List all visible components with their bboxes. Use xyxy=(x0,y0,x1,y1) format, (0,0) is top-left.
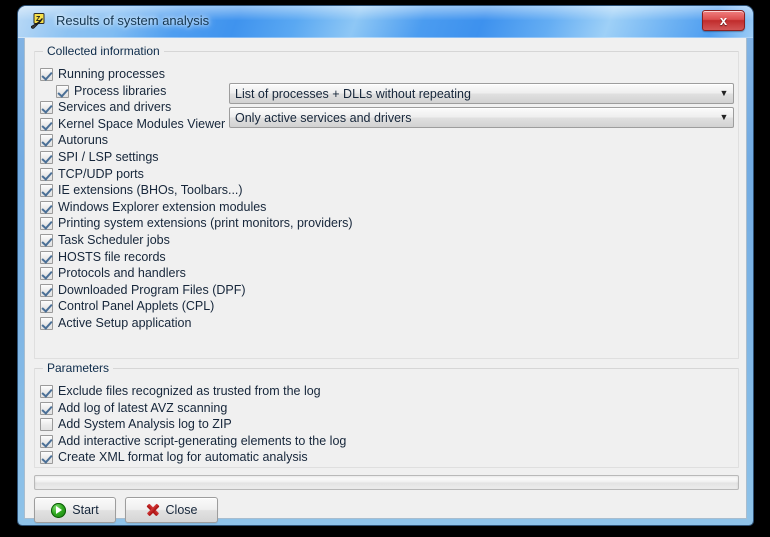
collected-item-row[interactable]: Control Panel Applets (CPL) xyxy=(40,298,214,314)
parameter-item-row[interactable]: Add System Analysis log to ZIP xyxy=(40,416,232,432)
checkbox[interactable] xyxy=(40,450,53,464)
app-window: Z Results of system analysis x Collected… xyxy=(18,6,753,525)
collected-item-row[interactable]: SPI / LSP settings xyxy=(40,149,159,165)
collected-item-label: Services and drivers xyxy=(58,100,172,114)
collected-item-label: Kernel Space Modules Viewer xyxy=(58,117,226,131)
checkbox[interactable] xyxy=(40,316,53,330)
checkbox[interactable] xyxy=(40,200,53,214)
parameter-item-row[interactable]: Exclude files recognized as trusted from… xyxy=(40,383,321,399)
checkbox[interactable] xyxy=(40,384,53,398)
collected-item-label: Control Panel Applets (CPL) xyxy=(58,299,215,313)
collected-item-label: Printing system extensions (print monito… xyxy=(58,216,353,230)
collected-item-row[interactable]: Process libraries xyxy=(56,83,166,99)
checkbox[interactable] xyxy=(40,100,53,114)
checkbox[interactable] xyxy=(40,117,53,131)
parameters-title: Parameters xyxy=(43,361,114,375)
combo-processes-mode[interactable]: List of processes + DLLs without repeati… xyxy=(229,83,734,104)
checkbox[interactable] xyxy=(56,84,69,98)
collected-item-label: Active Setup application xyxy=(58,316,192,330)
collected-item-label: Downloaded Program Files (DPF) xyxy=(58,283,246,297)
checkbox[interactable] xyxy=(40,183,53,197)
close-window-button[interactable]: x xyxy=(702,10,745,31)
checkbox[interactable] xyxy=(40,434,53,448)
checkbox[interactable] xyxy=(40,167,53,181)
combo-selected-value: List of processes + DLLs without repeati… xyxy=(235,86,471,101)
parameter-item-row[interactable]: Add log of latest AVZ scanning xyxy=(40,400,227,416)
checkbox[interactable] xyxy=(40,401,53,415)
play-icon xyxy=(51,502,67,518)
close-button[interactable]: Close xyxy=(125,497,218,523)
parameter-item-row[interactable]: Create XML format log for automatic anal… xyxy=(40,449,308,465)
collected-item-row[interactable]: Running processes xyxy=(40,66,165,82)
title-bar[interactable]: Z Results of system analysis x xyxy=(18,6,753,38)
collected-item-row[interactable]: Printing system extensions (print monito… xyxy=(40,215,353,231)
collected-item-row[interactable]: IE extensions (BHOs, Toolbars...) xyxy=(40,182,243,198)
checkbox[interactable] xyxy=(40,417,53,431)
progress-bar xyxy=(34,475,739,490)
parameter-item-label: Add System Analysis log to ZIP xyxy=(58,417,232,431)
collected-item-row[interactable]: Task Scheduler jobs xyxy=(40,232,170,248)
collected-item-label: Process libraries xyxy=(74,84,167,98)
collected-item-label: Windows Explorer extension modules xyxy=(58,200,267,214)
collected-item-row[interactable]: Windows Explorer extension modules xyxy=(40,199,266,215)
collected-item-label: Running processes xyxy=(58,67,166,81)
collected-item-row[interactable]: Downloaded Program Files (DPF) xyxy=(40,282,246,298)
checkbox[interactable] xyxy=(40,266,53,280)
checkbox[interactable] xyxy=(40,250,53,264)
parameter-item-label: Exclude files recognized as trusted from… xyxy=(58,384,321,398)
parameter-item-label: Add log of latest AVZ scanning xyxy=(58,401,228,415)
checkbox[interactable] xyxy=(40,216,53,230)
checkbox[interactable] xyxy=(40,133,53,147)
collected-item-label: HOSTS file records xyxy=(58,250,166,264)
collected-item-row[interactable]: Kernel Space Modules Viewer xyxy=(40,116,225,132)
chevron-down-icon[interactable]: ▼ xyxy=(715,108,733,127)
avz-app-icon: Z xyxy=(31,13,45,29)
parameter-item-label: Create XML format log for automatic anal… xyxy=(58,450,308,464)
start-button[interactable]: Start xyxy=(34,497,116,523)
checkbox[interactable] xyxy=(40,283,53,297)
checkbox[interactable] xyxy=(40,150,53,164)
collected-item-row[interactable]: Active Setup application xyxy=(40,315,191,331)
parameter-item-row[interactable]: Add interactive script-generating elemen… xyxy=(40,433,346,449)
collected-item-label: SPI / LSP settings xyxy=(58,150,159,164)
combo-services-mode[interactable]: Only active services and drivers ▼ xyxy=(229,107,734,128)
close-icon: x xyxy=(719,13,728,28)
collected-item-row[interactable]: TCP/UDP ports xyxy=(40,166,144,182)
chevron-down-icon[interactable]: ▼ xyxy=(715,84,733,103)
collected-item-label: Task Scheduler jobs xyxy=(58,233,170,247)
checkbox[interactable] xyxy=(40,67,53,81)
x-icon xyxy=(146,503,160,517)
collected-item-label: IE extensions (BHOs, Toolbars...) xyxy=(58,183,243,197)
collected-item-row[interactable]: HOSTS file records xyxy=(40,249,166,265)
collected-item-row[interactable]: Autoruns xyxy=(40,132,108,148)
collected-item-row[interactable]: Protocols and handlers xyxy=(40,265,186,281)
collected-information-title: Collected information xyxy=(43,44,164,58)
collected-item-row[interactable]: Services and drivers xyxy=(40,99,171,115)
collected-item-label: TCP/UDP ports xyxy=(58,167,144,181)
collected-item-label: Protocols and handlers xyxy=(58,266,186,280)
window-title: Results of system analysis xyxy=(56,13,210,28)
close-button-label: Close xyxy=(165,503,198,517)
combo-selected-value: Only active services and drivers xyxy=(235,110,412,125)
parameter-item-label: Add interactive script-generating elemen… xyxy=(58,434,347,448)
start-button-label: Start xyxy=(72,503,99,517)
collected-item-label: Autoruns xyxy=(58,133,109,147)
client-area: Collected information Running processes P… xyxy=(24,38,747,523)
checkbox[interactable] xyxy=(40,233,53,247)
checkbox[interactable] xyxy=(40,299,53,313)
